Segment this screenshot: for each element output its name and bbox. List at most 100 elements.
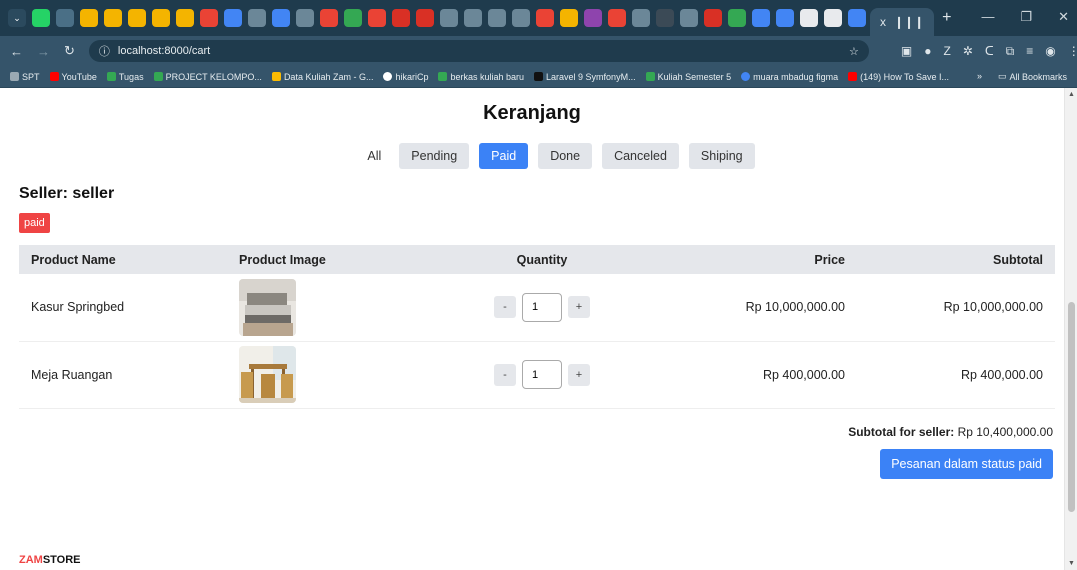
tab-icon[interactable] [728,9,746,27]
tab-icon[interactable] [488,9,506,27]
bookmark-item[interactable]: PROJECT KELOMPO... [153,72,262,82]
filter-all[interactable]: All [359,143,389,169]
scrollbar-thumb[interactable] [1068,302,1075,512]
subtotal-value: Rp 10,400,000.00 [957,424,1053,439]
url-text[interactable]: localhost:8000/cart [118,45,210,57]
extension-icon[interactable]: Z [944,44,951,59]
maps-tab-icon[interactable] [320,9,338,27]
bookmark-item[interactable]: (149) How To Save I... [848,72,949,82]
back-icon[interactable]: ← [10,44,23,59]
tab-icon[interactable] [584,9,602,27]
active-tab[interactable]: x ❙❙❙ [870,8,935,36]
extension-icon[interactable]: ᑕ [985,44,994,59]
bookmark-item[interactable]: Data Kuliah Zam - G... [271,72,373,82]
extensions-puzzle-icon[interactable]: ⧉ [1006,44,1015,59]
bookmark-item[interactable]: SPT [10,72,40,82]
decrease-quantity-button[interactable]: - [494,363,516,386]
extensions-area: ▣ ● Z ✲ ᑕ ⧉ ≡ ◉ ⋮ [901,44,1077,59]
profile-avatar-icon[interactable]: ◉ [1045,44,1055,59]
filter-pending[interactable]: Pending [399,143,470,169]
bookmark-item[interactable]: muara mbadug figma [741,72,838,82]
bookmark-item[interactable]: Laravel 9 SymfonyM... [534,72,636,82]
filter-done[interactable]: Done [538,143,593,169]
filter-shiping[interactable]: Shiping [688,143,755,169]
extension-icon[interactable]: ▣ [901,44,912,59]
tab-icon[interactable] [680,9,698,27]
tab-icon[interactable] [344,9,362,27]
new-tab-button[interactable]: + [942,9,951,27]
tab-icon[interactable] [632,9,650,27]
increase-quantity-button[interactable]: + [568,296,590,319]
extension-icon[interactable]: ✲ [963,44,973,59]
tab-icon[interactable] [56,9,74,27]
google-tab-icon[interactable] [200,9,218,27]
filter-paid[interactable]: Paid [479,143,529,169]
tab-icon[interactable] [704,9,722,27]
bookmark-item[interactable]: hikariCp [383,72,428,82]
reload-icon[interactable]: ↻ [64,43,75,59]
filter-canceled[interactable]: Canceled [602,143,679,169]
tab-icon[interactable] [272,9,290,27]
close-window-icon[interactable]: ✕ [1058,9,1069,25]
url-field[interactable]: ⓘ localhost:8000/cart ☆ [88,40,869,62]
tab-icon[interactable] [800,9,818,27]
order-status-button[interactable]: Pesanan dalam status paid [880,448,1053,479]
forward-icon[interactable]: → [37,44,50,59]
bookmark-star-icon[interactable]: ☆ [849,45,859,58]
browser-menu-icon[interactable]: ⋮ [1068,44,1077,59]
site-info-icon[interactable]: ⓘ [99,43,110,59]
bookmark-item[interactable]: berkas kuliah baru [438,72,524,82]
drive-icon [106,72,116,81]
laravel-icon [534,72,544,81]
product-subtotal: Rp 10,000,000.00 [857,274,1055,342]
extension-icon[interactable]: ● [924,44,931,59]
tab-icon[interactable] [224,9,242,27]
tab-icon[interactable] [536,9,554,27]
tab-icon[interactable] [104,9,122,27]
quantity-cell: - + [427,274,657,342]
scroll-up-icon[interactable]: ▲ [1068,91,1075,98]
tab-icon[interactable] [80,9,98,27]
quantity-input[interactable] [522,360,562,389]
bookmarks-overflow-button[interactable]: » [977,71,982,82]
tab-icon[interactable] [128,9,146,27]
gmail-tab-icon[interactable] [608,9,626,27]
increase-quantity-button[interactable]: + [568,363,590,386]
tab-icon[interactable] [464,9,482,27]
tab-icon[interactable] [176,9,194,27]
decrease-quantity-button[interactable]: - [494,296,516,319]
tab-icon[interactable] [248,9,266,27]
tab-list-icon[interactable]: ⌄ [8,9,26,27]
tab-icon[interactable] [440,9,458,27]
quantity-input[interactable] [522,292,562,322]
tab-icon[interactable] [824,9,842,27]
tab-icon[interactable] [776,9,794,27]
product-image-table [239,346,296,403]
tab-icon[interactable] [848,9,866,27]
whatsapp-tab-icon[interactable] [32,9,50,27]
reading-list-icon[interactable]: ≡ [1026,44,1033,59]
seller-heading: Seller: seller [19,185,115,202]
tab-icon[interactable] [512,9,530,27]
status-filter-tabs: All Pending Paid Done Canceled Shiping [50,143,1064,169]
bookmark-item[interactable]: Kuliah Semester 5 [645,72,731,82]
page-scrollbar[interactable]: ▲ ▼ [1064,88,1077,570]
bookmark-item[interactable]: Tugas [106,72,144,82]
scroll-down-icon[interactable]: ▼ [1068,560,1075,567]
tab-icon[interactable] [416,9,434,27]
drive-icon [438,72,448,81]
tab-icon[interactable] [560,9,578,27]
product-subtotal: Rp 400,000.00 [857,341,1055,409]
tab-icon[interactable] [656,9,674,27]
bookmark-item[interactable]: YouTube [49,72,97,82]
tab-icon[interactable] [752,9,770,27]
close-tab-icon[interactable]: x [880,15,886,29]
tab-icon[interactable] [152,9,170,27]
google-tab-icon[interactable] [368,9,386,27]
tab-icon[interactable] [296,9,314,27]
product-image-bed [239,278,296,336]
tab-icon[interactable] [392,9,410,27]
minimize-icon[interactable]: — [981,9,994,25]
all-bookmarks-button[interactable]: ▭ All Bookmarks [998,71,1067,82]
maximize-icon[interactable]: ❐ [1020,9,1032,25]
